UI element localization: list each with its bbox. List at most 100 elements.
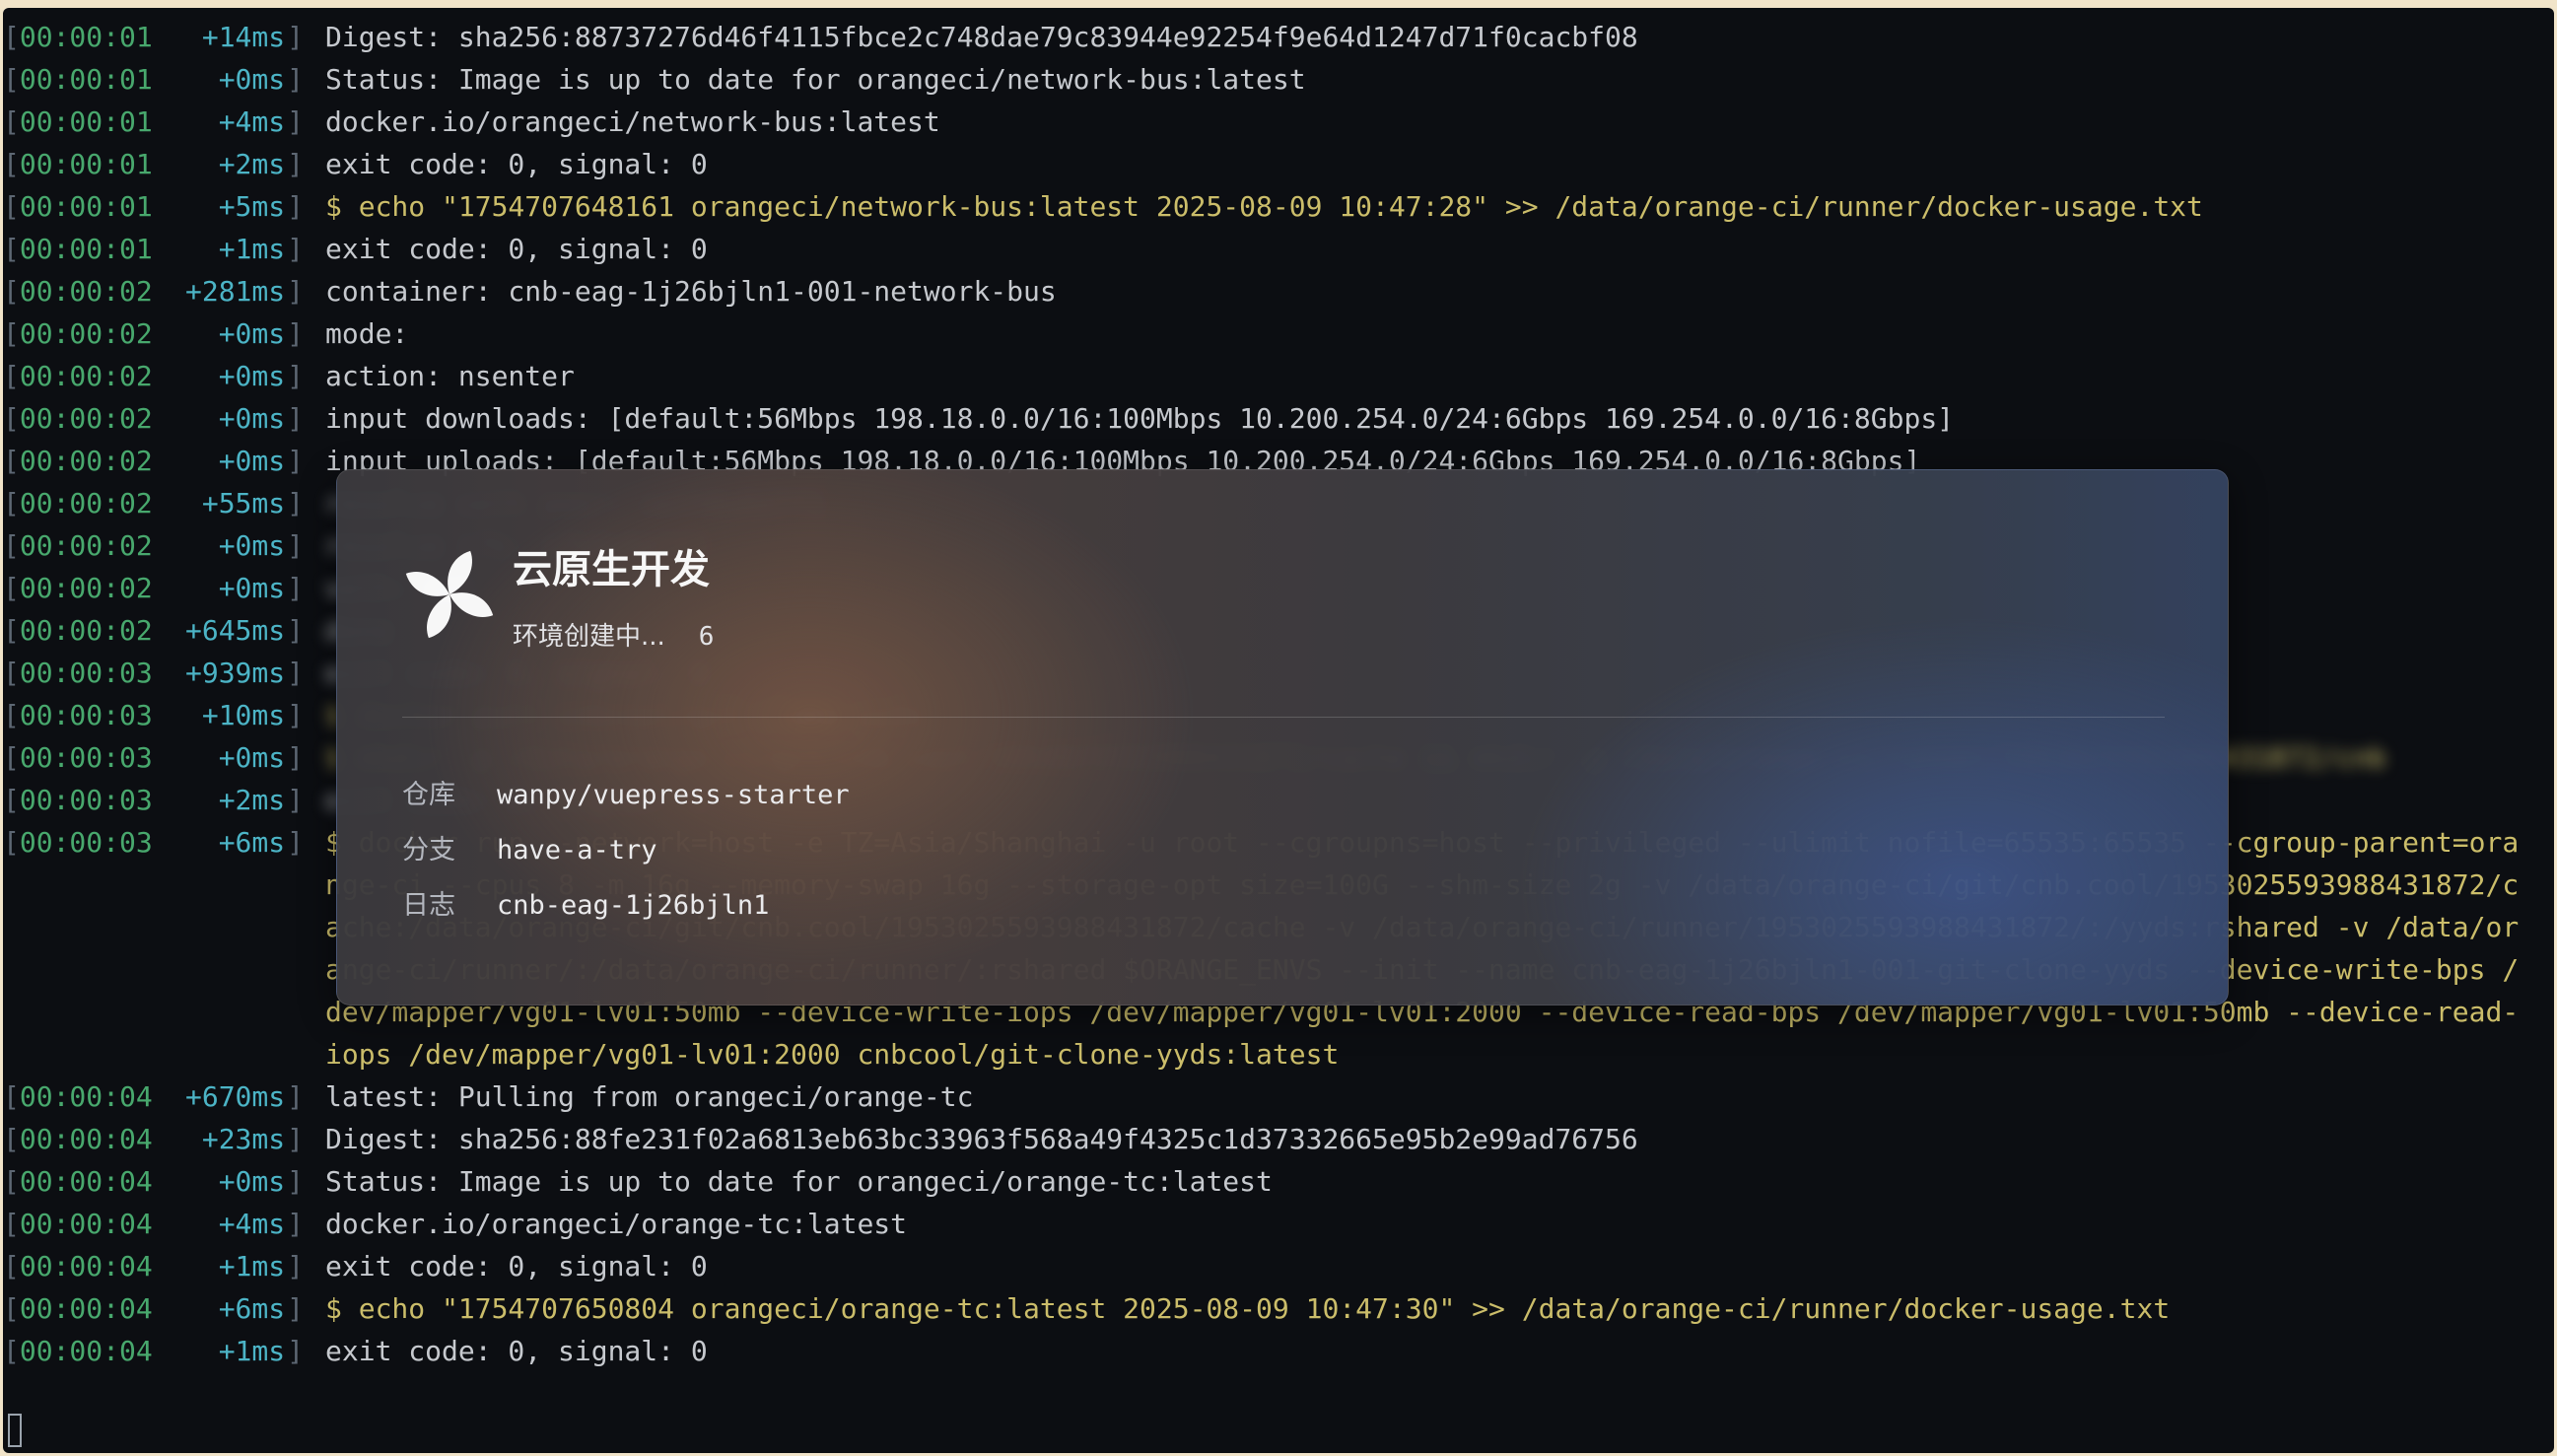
log-line: [00:00:02 +0ms] mode: bbox=[3, 312, 2554, 355]
log-line: [00:00:02 +0ms] action: nsenter bbox=[3, 355, 2554, 397]
log-message: latest: Pulling from orangeci/orange-tc bbox=[325, 1080, 974, 1113]
log-delta: +2ms] bbox=[218, 148, 304, 180]
terminal-window[interactable]: [00:00:01 +14ms] Digest: sha256:88737276d4… bbox=[3, 8, 2554, 1453]
log-delta: +0ms] bbox=[218, 402, 304, 435]
info-value: wanpy/vuepress-starter bbox=[497, 780, 850, 810]
log-message: docker.io/orangeci/orange-tc:latest bbox=[325, 1208, 908, 1240]
log-delta: +6ms] bbox=[218, 826, 304, 859]
status-text: 环境创建中... bbox=[513, 622, 665, 652]
log-message: docker.io/orangeci/network-bus:latest bbox=[325, 105, 940, 138]
log-line: [00:00:04 +23ms] Digest: sha256:88fe231f02… bbox=[3, 1118, 2554, 1160]
info-key: 仓库 bbox=[402, 780, 455, 810]
log-timestamp: [00:00:02 bbox=[3, 275, 153, 308]
log-timestamp: [00:00:03 bbox=[3, 784, 153, 816]
log-message: container: cnb-eag-1j26bjln1-001-network… bbox=[325, 275, 1057, 308]
log-timestamp: [00:00:04 bbox=[3, 1292, 153, 1325]
log-timestamp: [00:00:02 bbox=[3, 614, 153, 647]
log-line: [00:00:04 +4ms] docker.io/orangeci/orange-… bbox=[3, 1203, 2554, 1245]
log-message: exit code: 0, signal: 0 bbox=[325, 233, 708, 265]
log-timestamp: [00:00:04 bbox=[3, 1123, 153, 1155]
log-delta: +645ms] bbox=[184, 614, 304, 647]
log-line: [00:00:01 +14ms] Digest: sha256:88737276d4… bbox=[3, 16, 2554, 58]
terminal-cursor bbox=[8, 1414, 22, 1447]
log-message: Status: Image is up to date for orangeci… bbox=[325, 1165, 1273, 1198]
creation-status: 环境创建中... 6 bbox=[513, 616, 714, 653]
log-timestamp: [00:00:02 bbox=[3, 402, 153, 435]
log-message: Digest: sha256:88737276d46f4115fbce2c748… bbox=[325, 21, 1638, 53]
log-line: [00:00:04 +1ms] exit code: 0, signal: 0 bbox=[3, 1330, 2554, 1372]
log-timestamp: [00:00:04 bbox=[3, 1080, 153, 1113]
info-key: 分支 bbox=[402, 835, 455, 866]
info-row-repository: 仓库 wanpy/vuepress-starter bbox=[402, 778, 850, 813]
log-message: action: nsenter bbox=[325, 360, 575, 392]
log-timestamp: [00:00:01 bbox=[3, 21, 153, 53]
log-delta: +2ms] bbox=[218, 784, 304, 816]
log-timestamp: [00:00:04 bbox=[3, 1250, 153, 1283]
log-delta: +1ms] bbox=[218, 233, 304, 265]
log-message: input downloads: [default:56Mbps 198.18.… bbox=[325, 402, 1955, 435]
log-delta: +939ms] bbox=[184, 657, 304, 689]
log-timestamp: [00:00:03 bbox=[3, 741, 153, 774]
log-timestamp: [00:00:01 bbox=[3, 190, 153, 223]
log-timestamp: [00:00:04 bbox=[3, 1335, 153, 1367]
log-message: $ echo "1754707650804 orangeci/orange-tc… bbox=[325, 1292, 2171, 1325]
pinwheel-logo-icon bbox=[405, 550, 494, 639]
log-timestamp: [00:00:02 bbox=[3, 487, 153, 520]
info-row-log: 日志 cnb-eag-1j26bjln1 bbox=[402, 888, 769, 924]
log-delta: +0ms] bbox=[218, 741, 304, 774]
log-delta: +0ms] bbox=[218, 445, 304, 477]
log-delta: +6ms] bbox=[218, 1292, 304, 1325]
log-line: [00:00:02 +281ms] container: cnb-eag-1j26b… bbox=[3, 270, 2554, 312]
log-line: [00:00:01 +4ms] docker.io/orangeci/network… bbox=[3, 101, 2554, 143]
log-timestamp: [00:00:04 bbox=[3, 1208, 153, 1240]
dialog-title: 云原生开发 bbox=[513, 547, 710, 592]
log-delta: +14ms] bbox=[201, 21, 304, 53]
log-delta: +281ms] bbox=[184, 275, 304, 308]
log-line: [00:00:04 +0ms] Status: Image is up to dat… bbox=[3, 1160, 2554, 1203]
log-message: Status: Image is up to date for orangeci… bbox=[325, 63, 1306, 96]
log-delta: +0ms] bbox=[218, 1165, 304, 1198]
log-delta: +0ms] bbox=[218, 63, 304, 96]
log-message: exit code: 0, signal: 0 bbox=[325, 1335, 708, 1367]
log-line: [00:00:01 +2ms] exit code: 0, signal: 0 bbox=[3, 143, 2554, 185]
info-value: have-a-try bbox=[497, 835, 657, 866]
log-timestamp: [00:00:02 bbox=[3, 572, 153, 604]
log-delta: +0ms] bbox=[218, 317, 304, 350]
log-delta: +1ms] bbox=[218, 1335, 304, 1367]
log-line: [00:00:01 +1ms] exit code: 0, signal: 0 bbox=[3, 228, 2554, 270]
log-message: exit code: 0, signal: 0 bbox=[325, 1250, 708, 1283]
info-row-branch: 分支 have-a-try bbox=[402, 833, 657, 868]
log-line: [00:00:01 +5ms] $ echo "1754707648161 oran… bbox=[3, 185, 2554, 228]
log-timestamp: [00:00:02 bbox=[3, 317, 153, 350]
log-timestamp: [00:00:01 bbox=[3, 63, 153, 96]
log-delta: +670ms] bbox=[184, 1080, 304, 1113]
log-delta: +5ms] bbox=[218, 190, 304, 223]
log-timestamp: [00:00:04 bbox=[3, 1165, 153, 1198]
log-delta: +23ms] bbox=[201, 1123, 304, 1155]
log-timestamp: [00:00:02 bbox=[3, 360, 153, 392]
log-line: [00:00:04 +1ms] exit code: 0, signal: 0 bbox=[3, 1245, 2554, 1287]
log-message: $ echo "1754707648161 orangeci/network-b… bbox=[325, 190, 2203, 223]
log-timestamp: [00:00:01 bbox=[3, 233, 153, 265]
log-message: Digest: sha256:88fe231f02a6813eb63bc3396… bbox=[325, 1123, 1638, 1155]
log-line: [00:00:04 +670ms] latest: Pulling from ora… bbox=[3, 1075, 2554, 1118]
log-line: [00:00:02 +0ms] input downloads: [default:… bbox=[3, 397, 2554, 440]
log-delta: +0ms] bbox=[218, 529, 304, 562]
log-line: [00:00:04 +6ms] $ echo "1754707650804 oran… bbox=[3, 1287, 2554, 1330]
log-timestamp: [00:00:01 bbox=[3, 148, 153, 180]
log-delta: +55ms] bbox=[201, 487, 304, 520]
dialog-divider bbox=[402, 717, 2165, 718]
log-message: exit code: 0, signal: 0 bbox=[325, 148, 708, 180]
log-timestamp: [00:00:03 bbox=[3, 657, 153, 689]
log-line: [00:00:01 +0ms] Status: Image is up to dat… bbox=[3, 58, 2554, 101]
log-timestamp: [00:00:02 bbox=[3, 529, 153, 562]
log-delta: +10ms] bbox=[201, 699, 304, 731]
info-key: 日志 bbox=[402, 890, 455, 921]
log-delta: +0ms] bbox=[218, 572, 304, 604]
log-timestamp: [00:00:02 bbox=[3, 445, 153, 477]
log-delta: +1ms] bbox=[218, 1250, 304, 1283]
log-delta: +4ms] bbox=[218, 105, 304, 138]
log-timestamp: [00:00:03 bbox=[3, 826, 153, 859]
status-count: 6 bbox=[698, 622, 715, 652]
log-timestamp: [00:00:01 bbox=[3, 105, 153, 138]
